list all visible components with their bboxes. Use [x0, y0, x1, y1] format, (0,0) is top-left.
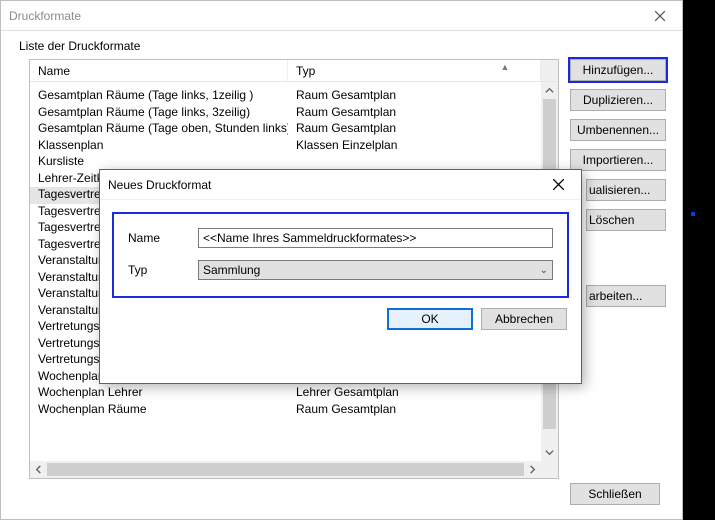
scroll-down-button[interactable] — [541, 444, 558, 461]
chevron-down-icon: ⌄ — [540, 265, 548, 276]
sidebar-buttons: Hinzufügen... Duplizieren... Umbenennen.… — [570, 59, 666, 315]
ok-button[interactable]: OK — [387, 308, 473, 330]
decorative-dot — [691, 212, 695, 216]
table-row[interactable]: Wochenplan RäumeRaum Gesamtplan — [30, 402, 541, 419]
cancel-button[interactable]: Abbrechen — [481, 308, 567, 330]
edit-button[interactable]: arbeiten... — [586, 285, 666, 307]
cell-typ: Raum Gesamtplan — [288, 88, 541, 105]
window-title: Druckformate — [9, 9, 81, 23]
table-row[interactable]: Wochenplan LehrerLehrer Gesamtplan — [30, 385, 541, 402]
cell-name: Wochenplan Lehrer — [30, 385, 288, 402]
window-close-button[interactable] — [637, 1, 682, 30]
scroll-corner — [541, 461, 558, 478]
new-format-dialog: Neues Druckformat Name Typ Sammlung ⌄ OK… — [99, 169, 582, 384]
cell-name: Gesamtplan Räume (Tage links, 3zeilig) — [30, 105, 288, 122]
import-button[interactable]: Importieren... — [570, 149, 666, 171]
cell-typ: Klassen Einzelplan — [288, 138, 541, 155]
cell-name: Gesamtplan Räume (Tage oben, Stunden lin… — [30, 121, 288, 138]
sort-indicator-icon: ▲ — [501, 62, 510, 72]
typ-select[interactable]: Sammlung ⌄ — [198, 260, 553, 280]
cell-typ: Raum Gesamtplan — [288, 402, 541, 419]
typ-label: Typ — [128, 263, 198, 277]
table-row[interactable]: Gesamtplan Räume (Tage links, 3zeilig)Ra… — [30, 105, 541, 122]
cell-name: Klassenplan — [30, 138, 288, 155]
scroll-right-button[interactable] — [524, 461, 541, 478]
scroll-left-button[interactable] — [30, 461, 47, 478]
column-header-name[interactable]: Name — [30, 60, 288, 81]
cell-typ: Lehrer Gesamtplan — [288, 385, 541, 402]
chevron-right-icon — [528, 465, 537, 474]
horizontal-scroll-thumb[interactable] — [47, 463, 524, 476]
duplicate-button[interactable]: Duplizieren... — [570, 89, 666, 111]
add-button[interactable]: Hinzufügen... — [570, 59, 666, 81]
cell-name: Wochenplan Räume — [30, 402, 288, 419]
close-icon — [553, 179, 564, 190]
modal-titlebar: Neues Druckformat — [100, 170, 581, 200]
section-label: Liste der Druckformate — [1, 31, 682, 59]
cell-typ: Raum Gesamtplan — [288, 105, 541, 122]
rename-button[interactable]: Umbenennen... — [570, 119, 666, 141]
table-row[interactable]: Gesamtplan Räume (Tage links, 1zeilig )R… — [30, 88, 541, 105]
name-input[interactable] — [198, 228, 553, 248]
spacer — [570, 239, 666, 285]
cell-name: Gesamtplan Räume (Tage links, 1zeilig ) — [30, 88, 288, 105]
name-label: Name — [128, 231, 198, 245]
titlebar: Druckformate — [1, 1, 682, 31]
close-dialog-button[interactable]: Schließen — [570, 483, 660, 505]
chevron-down-icon — [545, 448, 554, 457]
table-row[interactable]: KlassenplanKlassen Einzelplan — [30, 138, 541, 155]
cell-typ: Raum Gesamtplan — [288, 121, 541, 138]
close-icon — [655, 11, 665, 21]
horizontal-scrollbar[interactable] — [30, 461, 558, 478]
list-header: Name Typ ▲ — [30, 60, 558, 82]
delete-button[interactable]: Löschen — [586, 209, 666, 231]
scroll-up-button[interactable] — [541, 82, 558, 99]
column-header-typ[interactable]: Typ ▲ — [288, 60, 541, 81]
modal-title: Neues Druckformat — [108, 178, 211, 192]
table-row[interactable]: Gesamtplan Räume (Tage oben, Stunden lin… — [30, 121, 541, 138]
actualize-button[interactable]: ualisieren... — [586, 179, 666, 201]
header-grip — [541, 60, 558, 81]
modal-close-button[interactable] — [536, 170, 581, 199]
typ-select-value: Sammlung — [203, 263, 260, 277]
chevron-up-icon — [545, 86, 554, 95]
modal-form: Name Typ Sammlung ⌄ — [114, 214, 567, 296]
chevron-left-icon — [34, 465, 43, 474]
